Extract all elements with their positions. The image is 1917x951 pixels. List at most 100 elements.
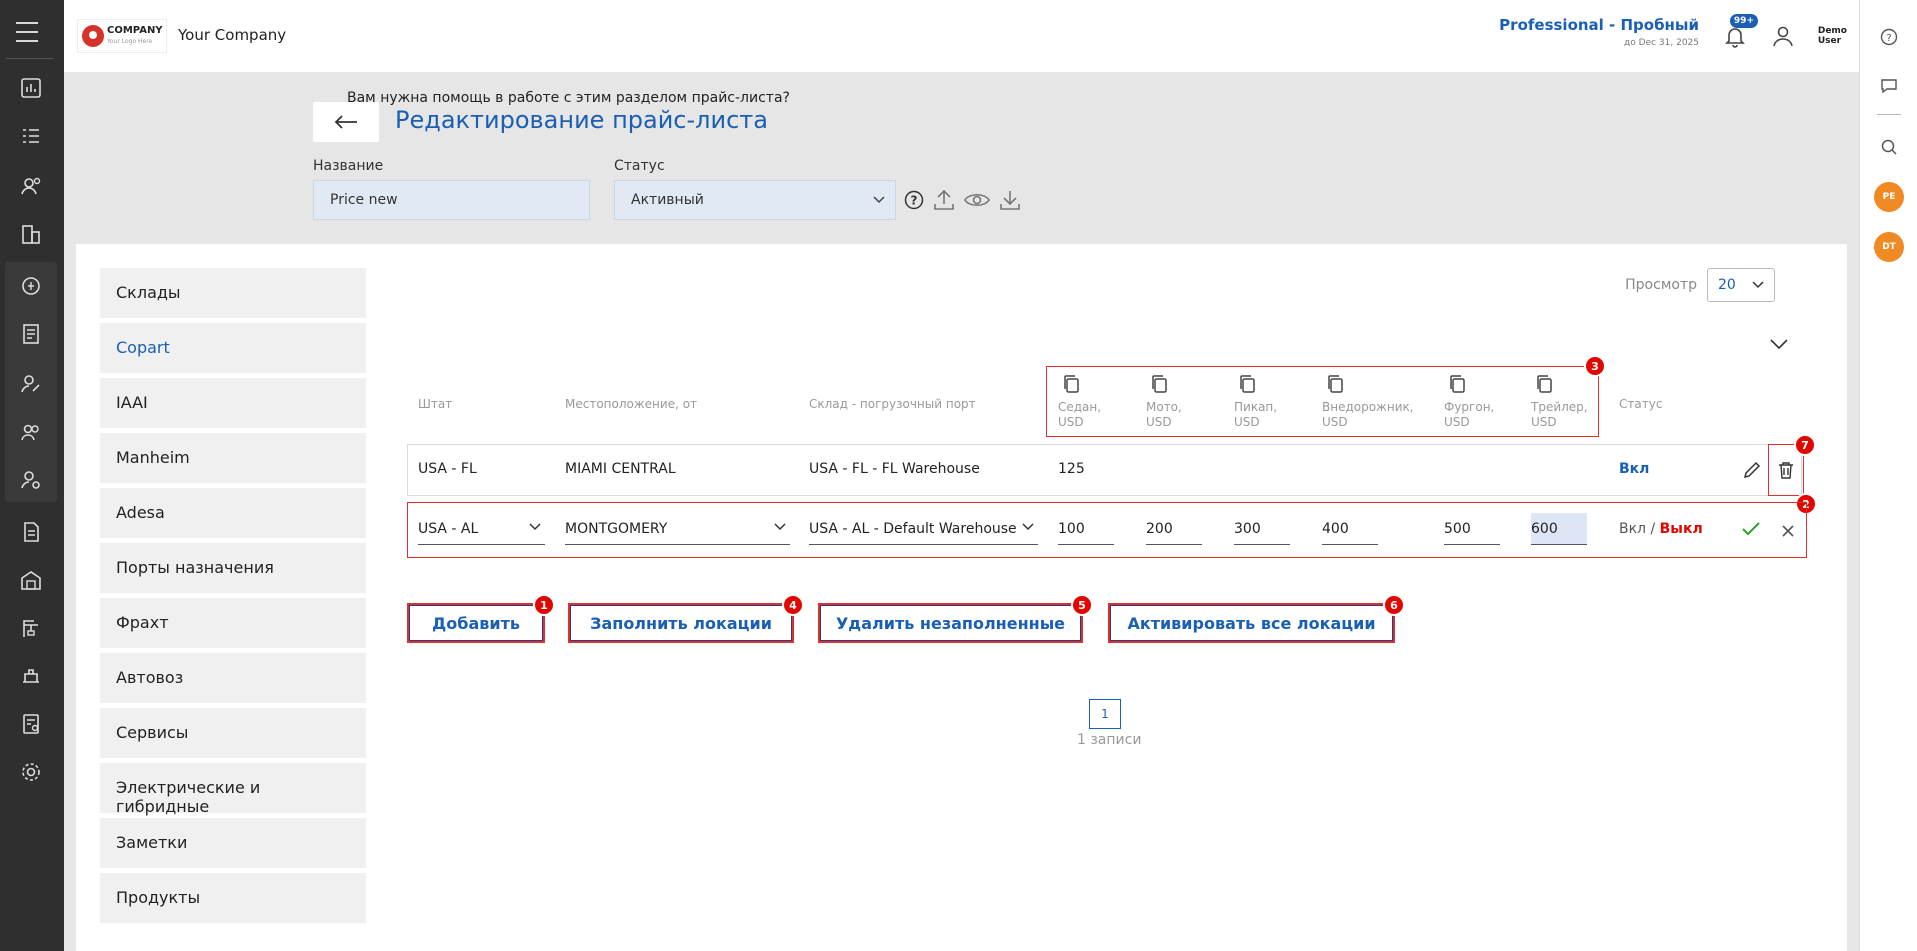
chevron-down-icon[interactable]	[1770, 334, 1788, 353]
view-count: Просмотр 20	[1625, 268, 1775, 302]
row2-status-toggle[interactable]: Вкл / Выкл	[1619, 521, 1703, 537]
port-icon[interactable]	[17, 662, 45, 690]
chat-icon[interactable]	[1877, 74, 1901, 98]
page-1-button[interactable]: 1	[1089, 699, 1121, 729]
sidebar-item-copart[interactable]: Copart	[100, 323, 366, 373]
vehicle-col-suv: Внедорожник, USD	[1322, 374, 1432, 430]
marker-7: 7	[1794, 434, 1816, 456]
warehouse-icon[interactable]	[17, 566, 45, 594]
row2-suv-input[interactable]: 400	[1322, 513, 1378, 545]
report-icon[interactable]	[17, 710, 45, 738]
vehicle-col-van: Фургон, USD	[1444, 374, 1524, 430]
buildings-icon[interactable]	[17, 220, 45, 248]
pencil-icon[interactable]	[1742, 460, 1762, 484]
logo-pin-icon	[82, 25, 104, 47]
row2-pickup-input[interactable]: 300	[1234, 513, 1290, 545]
fill-locations-button[interactable]: Заполнить локации	[568, 603, 794, 643]
user-settings-icon[interactable]	[17, 466, 45, 494]
sidebar-item-freight[interactable]: Фрахт	[100, 598, 366, 648]
vehicle-currency: USD	[1058, 415, 1084, 429]
sidebar-item-services[interactable]: Сервисы	[100, 708, 366, 758]
user-icon[interactable]	[1771, 24, 1795, 48]
cancel-close-icon[interactable]	[1782, 522, 1794, 541]
user-edit-icon[interactable]	[17, 370, 45, 398]
avatar-bubble-pe[interactable]: PE	[1874, 182, 1904, 212]
row2-van-input[interactable]: 500	[1444, 513, 1500, 545]
row2-sedan-input[interactable]: 100	[1058, 513, 1114, 545]
name-label: Название	[313, 158, 384, 174]
back-button[interactable]	[313, 102, 379, 142]
help-icon[interactable]: ?	[1877, 25, 1901, 49]
copy-icon[interactable]	[1535, 374, 1553, 394]
activate-all-button[interactable]: Активировать все локации	[1108, 603, 1395, 643]
download-icon[interactable]	[998, 188, 1022, 216]
top-header: COMPANY Your Logo Here Your Company Profe…	[64, 0, 1859, 72]
view-count-select[interactable]: 20	[1707, 268, 1775, 302]
vehicle-name: Внедорожник,	[1322, 400, 1414, 414]
sidebar-item-destination-ports[interactable]: Порты назначения	[100, 543, 366, 593]
vehicle-col-moto: Мото, USD	[1146, 374, 1226, 430]
exchange-icon[interactable]	[17, 272, 45, 300]
help-question[interactable]: Вам нужна помощь в работе с этим раздело…	[347, 90, 790, 106]
sidebar-item-notes[interactable]: Заметки	[100, 818, 366, 868]
add-button[interactable]: Добавить	[407, 603, 545, 643]
invoice-icon[interactable]	[17, 320, 45, 348]
vehicle-currency: USD	[1234, 415, 1260, 429]
users-search-icon[interactable]	[17, 172, 45, 200]
vehicle-name: Мото,	[1146, 400, 1182, 414]
vehicle-currency: USD	[1322, 415, 1348, 429]
upload-icon[interactable]	[932, 188, 956, 216]
page-tools: ?	[904, 188, 1022, 216]
sidebar-item-products[interactable]: Продукты	[100, 873, 366, 923]
avatar-bubble-dt[interactable]: DT	[1874, 232, 1904, 262]
search-icon[interactable]	[1877, 135, 1901, 159]
copy-icon[interactable]	[1062, 374, 1080, 394]
question-icon[interactable]: ?	[904, 190, 924, 214]
row2-location-select[interactable]: MONTGOMERY	[565, 513, 790, 545]
rail-divider	[6, 58, 54, 59]
row2-warehouse-select[interactable]: USA - AL - Default Warehouse	[809, 513, 1038, 545]
row1-sedan-price: 125	[1058, 461, 1085, 477]
user-first-name: Demo	[1817, 26, 1847, 36]
section-sidebar: Склады Copart IAAI Manheim Adesa Порты н…	[100, 268, 366, 928]
checklist-icon[interactable]	[17, 122, 45, 150]
copy-icon[interactable]	[1326, 374, 1344, 394]
sidebar-item-adesa[interactable]: Adesa	[100, 488, 366, 538]
eye-icon[interactable]	[964, 191, 990, 213]
document-icon[interactable]	[17, 518, 45, 546]
page-title: Редактирование прайс-листа	[395, 106, 768, 134]
copy-icon[interactable]	[1238, 374, 1256, 394]
team-icon[interactable]	[17, 418, 45, 446]
company-logo[interactable]: COMPANY Your Logo Here	[77, 19, 167, 53]
sidebar-item-warehouses[interactable]: Склады	[100, 268, 366, 318]
plan-name: Professional - Пробный	[1499, 16, 1699, 34]
sidebar-item-iaai[interactable]: IAAI	[100, 378, 366, 428]
name-input[interactable]: Price new	[313, 180, 590, 220]
chevron-down-icon	[1022, 523, 1034, 531]
dashboard-icon[interactable]	[17, 74, 45, 102]
menu-icon[interactable]	[16, 22, 46, 44]
status-select[interactable]: Активный	[614, 180, 896, 220]
confirm-check-icon[interactable]	[1742, 521, 1760, 540]
row2-trailer-input[interactable]: 600	[1531, 513, 1587, 545]
copy-icon[interactable]	[1448, 374, 1466, 394]
main-panel: Склады Copart IAAI Manheim Adesa Порты н…	[76, 244, 1847, 951]
remove-unfilled-button[interactable]: Удалить незаполненные	[818, 603, 1083, 643]
copy-icon[interactable]	[1150, 374, 1168, 394]
status-off-option[interactable]: Выкл	[1660, 521, 1703, 537]
plan-info[interactable]: Professional - Пробный до Dec 31, 2025	[1499, 16, 1699, 48]
user-name[interactable]: Demo User	[1818, 26, 1847, 46]
vehicle-name: Седан,	[1058, 400, 1102, 414]
arrow-left-icon	[334, 115, 357, 129]
sidebar-item-electric-hybrid[interactable]: Электрические и гибридные	[100, 763, 366, 816]
sidebar-item-car-carrier[interactable]: Автовоз	[100, 653, 366, 703]
row2-state-select[interactable]: USA - AL	[418, 513, 545, 545]
crane-icon[interactable]	[17, 614, 45, 642]
status-on-option[interactable]: Вкл	[1619, 521, 1646, 537]
sidebar-item-manheim[interactable]: Manheim	[100, 433, 366, 483]
gear-icon[interactable]	[17, 758, 45, 786]
vehicle-name: Трейлер,	[1531, 400, 1588, 414]
chevron-down-icon	[1752, 281, 1764, 289]
row1-status[interactable]: Вкл	[1619, 461, 1649, 477]
row2-moto-input[interactable]: 200	[1146, 513, 1202, 545]
